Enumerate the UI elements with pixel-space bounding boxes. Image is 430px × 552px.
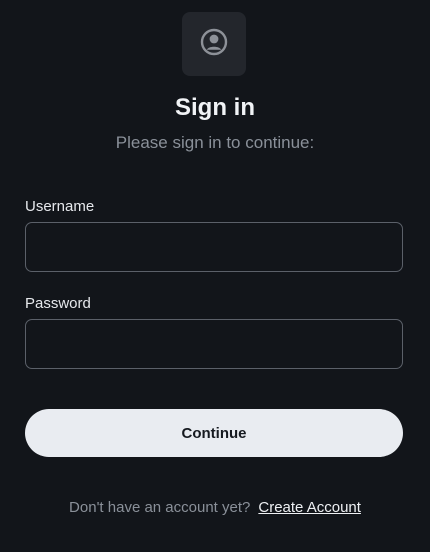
password-input[interactable]	[25, 319, 403, 369]
signup-prompt-text: Don't have an account yet?	[69, 499, 251, 516]
username-label: Username	[25, 198, 95, 215]
username-input[interactable]	[25, 222, 403, 272]
user-circle-icon	[200, 28, 228, 61]
signup-prompt: Don't have an account yet? Create Account	[0, 498, 430, 518]
logo-box	[182, 12, 246, 76]
page-subtitle: Please sign in to continue:	[115, 133, 315, 152]
password-label: Password	[25, 295, 91, 312]
page-title: Sign in	[175, 94, 255, 121]
continue-button[interactable]: Continue	[25, 409, 403, 457]
create-account-link[interactable]: Create Account	[258, 499, 361, 516]
